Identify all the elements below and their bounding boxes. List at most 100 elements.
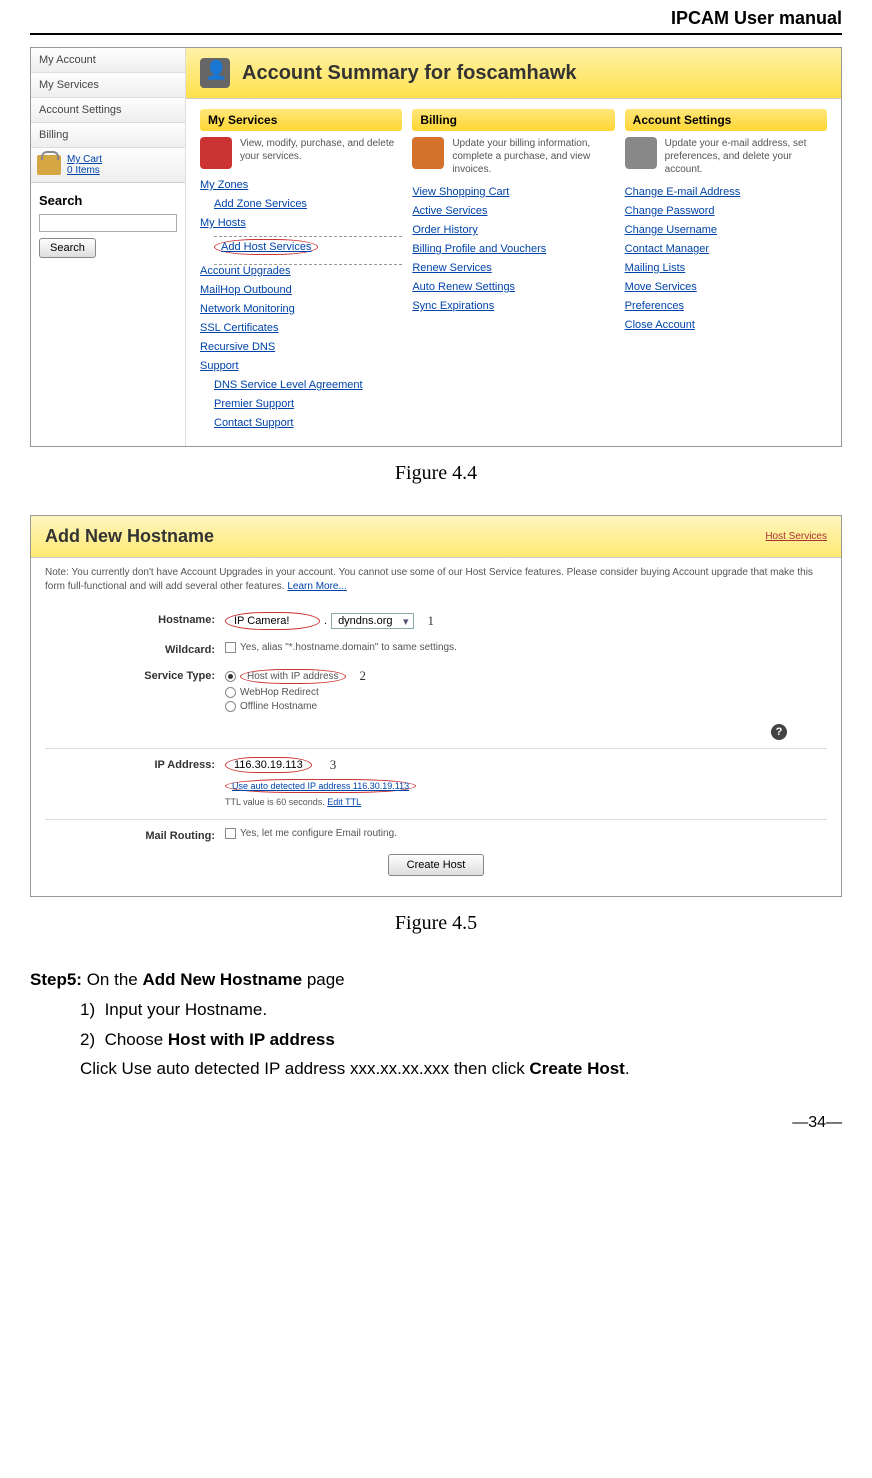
upgrade-note: Note: You currently don't have Account U… (31, 558, 841, 602)
sidebar: My Account My Services Account Settings … (31, 48, 186, 446)
item1-num: 1) (80, 1000, 95, 1019)
figure-4-4-screenshot: My Account My Services Account Settings … (30, 47, 842, 447)
link-change-email[interactable]: Change E-mail Address (625, 186, 827, 198)
annotation-1: 1 (428, 613, 435, 629)
step5-text1: On the (82, 970, 142, 989)
auto-detect-link[interactable]: Use auto detected IP address 116.30.19.1… (225, 779, 416, 793)
sidebar-nav: My Account My Services Account Settings … (31, 48, 185, 183)
link-add-host-services[interactable]: Add Host Services (214, 239, 318, 255)
annotation-3: 3 (330, 757, 337, 773)
nav-my-account[interactable]: My Account (31, 48, 185, 73)
account-summary-banner: Account Summary for foscamhawk (186, 48, 841, 99)
option-offline: Offline Hostname (240, 701, 317, 712)
user-icon (200, 58, 230, 88)
banner-title: Account Summary for foscamhawk (242, 62, 577, 85)
divider (45, 748, 827, 749)
link-premier-support[interactable]: Premier Support (214, 398, 402, 410)
ipaddress-input[interactable]: 116.30.19.113 (225, 757, 312, 773)
learn-more-link[interactable]: Learn More... (287, 581, 346, 592)
note-pre: Click Use auto detected IP address xxx.x… (80, 1059, 529, 1078)
ttl-text: TTL value is 60 seconds. Edit TTL (225, 797, 361, 807)
link-order-history[interactable]: Order History (412, 224, 614, 236)
link-active-services[interactable]: Active Services (412, 205, 614, 217)
divider-2 (45, 819, 827, 820)
link-my-hosts[interactable]: My Hosts (200, 217, 402, 229)
cart-icon (37, 155, 61, 175)
note-post: . (625, 1059, 630, 1078)
help-icon[interactable]: ? (771, 724, 787, 740)
link-preferences[interactable]: Preferences (625, 300, 827, 312)
page-number: —34— (30, 1114, 842, 1132)
instruction-text: Step5: On the Add New Hostname page 1) I… (30, 965, 842, 1084)
link-recursive-dns[interactable]: Recursive DNS (200, 341, 402, 353)
link-dns-sla[interactable]: DNS Service Level Agreement (214, 379, 402, 391)
link-my-zones[interactable]: My Zones (200, 179, 402, 191)
mailrouting-text: Yes, let me configure Email routing. (240, 828, 397, 839)
option-webhop: WebHop Redirect (240, 687, 319, 698)
wildcard-text: Yes, alias "*.hostname.domain" to same s… (240, 642, 457, 653)
link-auto-renew[interactable]: Auto Renew Settings (412, 281, 614, 293)
annotation-2: 2 (360, 668, 367, 684)
main-content: Account Summary for foscamhawk My Servic… (186, 48, 841, 446)
billing-links: View Shopping Cart Active Services Order… (412, 186, 614, 312)
col-header-account: Account Settings (625, 109, 827, 131)
nav-account-settings[interactable]: Account Settings (31, 98, 185, 123)
search-title: Search (39, 193, 177, 208)
services-icon (200, 137, 232, 169)
link-change-username[interactable]: Change Username (625, 224, 827, 236)
my-cart[interactable]: My Cart 0 Items (31, 148, 185, 183)
link-account-upgrades[interactable]: Account Upgrades (200, 265, 402, 277)
link-add-zone[interactable]: Add Zone Services (214, 198, 402, 210)
cart-label: My Cart (67, 154, 102, 165)
item2-bold: Host with IP address (168, 1030, 335, 1049)
radio-offline[interactable] (225, 701, 236, 712)
domain-select[interactable]: dyndns.org (331, 613, 413, 629)
link-mailhop[interactable]: MailHop Outbound (200, 284, 402, 296)
billing-icon (412, 137, 444, 169)
search-box: Search Search (31, 183, 185, 268)
figure-4-5-caption: Figure 4.5 (30, 912, 842, 935)
add-hostname-title: Add New Hostname (45, 526, 214, 547)
col-account-settings: Account Settings Update your e-mail addr… (625, 109, 827, 436)
radio-host-ip[interactable] (225, 671, 236, 682)
link-support[interactable]: Support (200, 360, 402, 372)
link-move-services[interactable]: Move Services (625, 281, 827, 293)
wildcard-checkbox[interactable] (225, 642, 236, 653)
search-input[interactable] (39, 214, 177, 232)
mailrouting-checkbox[interactable] (225, 828, 236, 839)
link-billing-profile[interactable]: Billing Profile and Vouchers (412, 243, 614, 255)
link-view-cart[interactable]: View Shopping Cart (412, 186, 614, 198)
link-close-account[interactable]: Close Account (625, 319, 827, 331)
link-mailing-lists[interactable]: Mailing Lists (625, 262, 827, 274)
figure-4-4-caption: Figure 4.4 (30, 462, 842, 485)
link-sync-exp[interactable]: Sync Expirations (412, 300, 614, 312)
nav-my-services[interactable]: My Services (31, 73, 185, 98)
link-change-password[interactable]: Change Password (625, 205, 827, 217)
radio-webhop[interactable] (225, 687, 236, 698)
cart-count: 0 Items (67, 165, 102, 176)
item2-pre: Choose (105, 1030, 168, 1049)
hostname-input[interactable]: IP Camera! (225, 612, 320, 630)
item2-num: 2) (80, 1030, 95, 1049)
step5-text2: page (302, 970, 345, 989)
link-contact-manager[interactable]: Contact Manager (625, 243, 827, 255)
search-button[interactable]: Search (39, 238, 96, 258)
link-contact-support[interactable]: Contact Support (214, 417, 402, 429)
ipaddress-label: IP Address: (45, 757, 225, 771)
link-network-monitoring[interactable]: Network Monitoring (200, 303, 402, 315)
link-renew[interactable]: Renew Services (412, 262, 614, 274)
billing-desc: Update your billing information, complet… (452, 137, 614, 176)
wildcard-label: Wildcard: (45, 642, 225, 656)
mailrouting-label: Mail Routing: (45, 828, 225, 842)
note-bold: Create Host (529, 1059, 624, 1078)
create-host-button[interactable]: Create Host (388, 854, 485, 876)
col-header-services: My Services (200, 109, 402, 131)
host-services-link[interactable]: Host Services (765, 531, 827, 542)
edit-ttl-link[interactable]: Edit TTL (327, 797, 361, 807)
col-header-billing: Billing (412, 109, 614, 131)
account-icon (625, 137, 657, 169)
option-host-ip: Host with IP address (240, 669, 346, 684)
link-ssl[interactable]: SSL Certificates (200, 322, 402, 334)
account-links: Change E-mail Address Change Password Ch… (625, 186, 827, 331)
nav-billing[interactable]: Billing (31, 123, 185, 148)
